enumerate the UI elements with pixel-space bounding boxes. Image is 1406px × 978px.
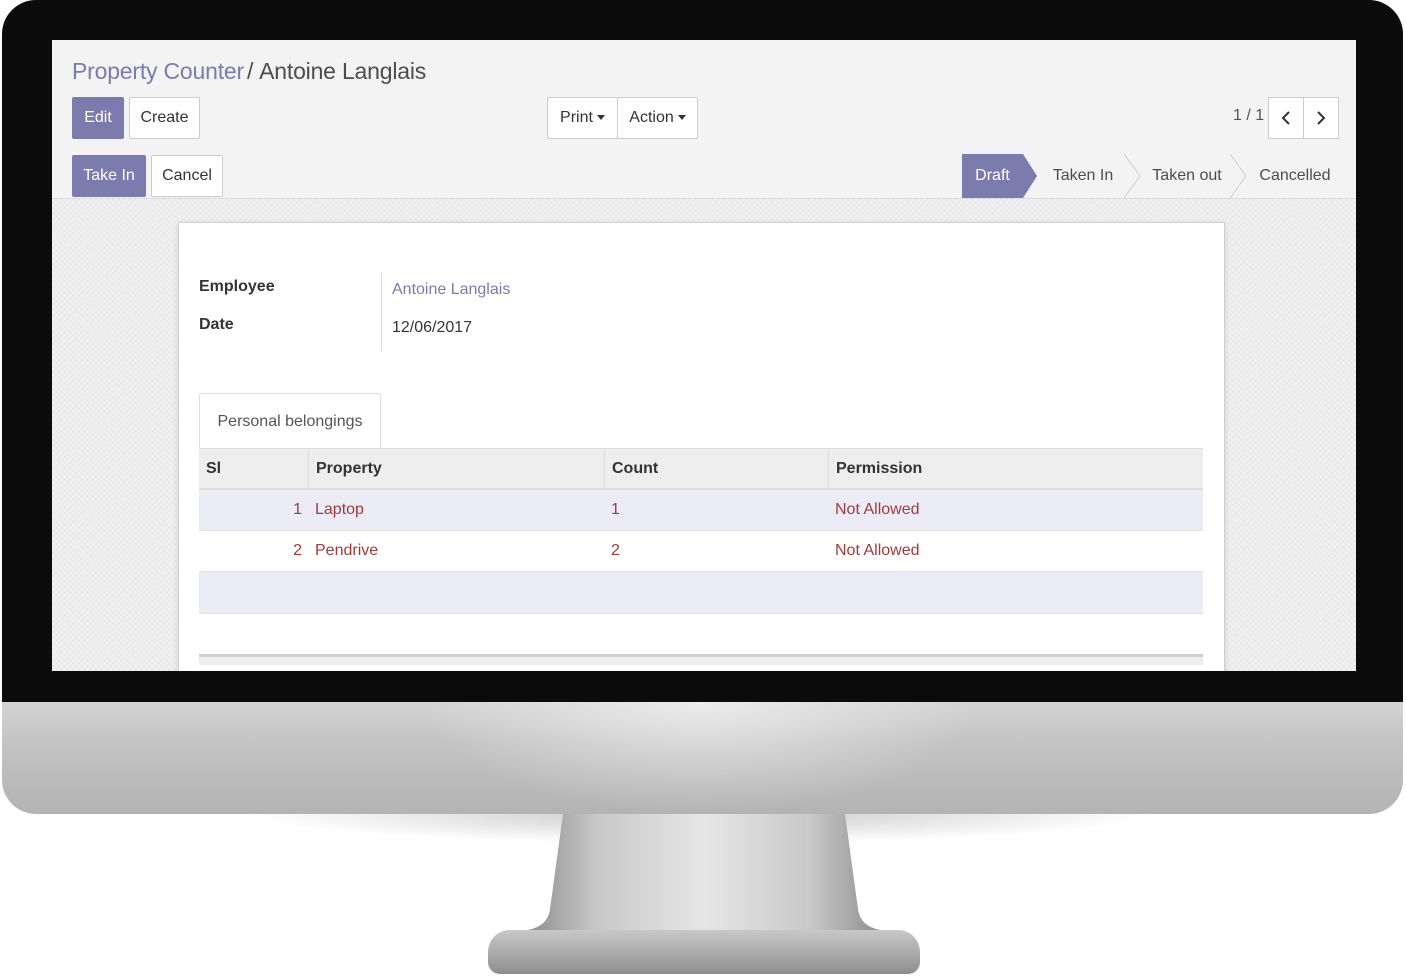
- column-header-count[interactable]: Count: [605, 449, 829, 489]
- edit-button[interactable]: Edit: [72, 97, 124, 139]
- caret-down-icon: [677, 115, 686, 121]
- stage-taken-out[interactable]: Taken out: [1144, 154, 1230, 198]
- stage-draft[interactable]: Draft: [962, 154, 1023, 198]
- pager-previous-button[interactable]: [1268, 97, 1304, 139]
- form-sheet: Employee Date Antoine Langlais 12/06/201…: [178, 222, 1225, 671]
- table-row[interactable]: 2 Pendrive 2 Not Allowed: [199, 531, 1203, 572]
- take-in-button[interactable]: Take In: [72, 155, 146, 197]
- table-footer: [199, 654, 1203, 665]
- column-header-property[interactable]: Property: [309, 449, 605, 489]
- caret-down-icon: [596, 115, 605, 121]
- cell-permission: Not Allowed: [835, 542, 920, 559]
- stage-separator-chevron: [1123, 154, 1141, 198]
- date-value: 12/06/2017: [392, 319, 473, 336]
- table-empty-row[interactable]: [199, 572, 1203, 614]
- pager-next-button[interactable]: [1303, 97, 1339, 139]
- cell-count: 1: [611, 501, 620, 518]
- cell-count: 2: [611, 542, 620, 559]
- employee-value-link[interactable]: Antoine Langlais: [392, 281, 510, 299]
- breadcrumb-current: Antoine Langlais: [259, 58, 427, 84]
- cell-sl: 2: [293, 542, 302, 559]
- control-panel: Property Counter / Antoine Langlais Edit C…: [52, 40, 1356, 155]
- column-header-permission[interactable]: Permission: [829, 449, 1203, 489]
- action-label: Action: [629, 109, 674, 126]
- stage-arrow-draft: [1023, 154, 1037, 198]
- print-dropdown-button[interactable]: Print: [547, 97, 618, 139]
- cell-property: Laptop: [315, 501, 364, 518]
- table-row[interactable]: 1 Laptop 1 Not Allowed: [199, 490, 1203, 531]
- date-label: Date: [199, 316, 234, 333]
- stage-taken-in[interactable]: Taken In: [1042, 154, 1124, 198]
- print-label: Print: [560, 109, 593, 126]
- chevron-right-icon: [1317, 111, 1326, 125]
- cell-permission: Not Allowed: [835, 501, 920, 518]
- column-header-sl[interactable]: Sl: [199, 449, 309, 489]
- cell-property: Pendrive: [315, 542, 379, 559]
- action-dropdown-button[interactable]: Action: [617, 97, 698, 139]
- breadcrumb-parent-link[interactable]: Property Counter: [72, 58, 244, 84]
- stage-cancelled[interactable]: Cancelled: [1250, 154, 1340, 198]
- statusbar: Take In Cancel Draft Taken In Taken out …: [52, 154, 1356, 199]
- screen: Property Counter / Antoine Langlais Edit C…: [52, 40, 1356, 671]
- monitor-chin-highlight: [420, 702, 980, 814]
- monitor-stand-neck: [528, 814, 880, 930]
- cell-sl: 1: [293, 501, 302, 518]
- employee-label: Employee: [199, 278, 275, 295]
- monitor-stand-base: [488, 930, 920, 974]
- table-header: Sl Property Count Permission: [199, 448, 1203, 490]
- chevron-left-icon: [1281, 111, 1290, 125]
- breadcrumb: Property Counter / Antoine Langlais: [72, 58, 426, 85]
- field-divider: [381, 273, 382, 351]
- stage-separator-chevron: [1229, 154, 1247, 198]
- tab-personal-belongings[interactable]: Personal belongings: [199, 393, 381, 449]
- form-view-background: Employee Date Antoine Langlais 12/06/201…: [52, 199, 1356, 671]
- breadcrumb-separator: /: [246, 58, 254, 84]
- pager-value[interactable]: 1 / 1: [1233, 107, 1264, 125]
- create-button[interactable]: Create: [129, 97, 200, 139]
- cancel-button[interactable]: Cancel: [151, 155, 223, 197]
